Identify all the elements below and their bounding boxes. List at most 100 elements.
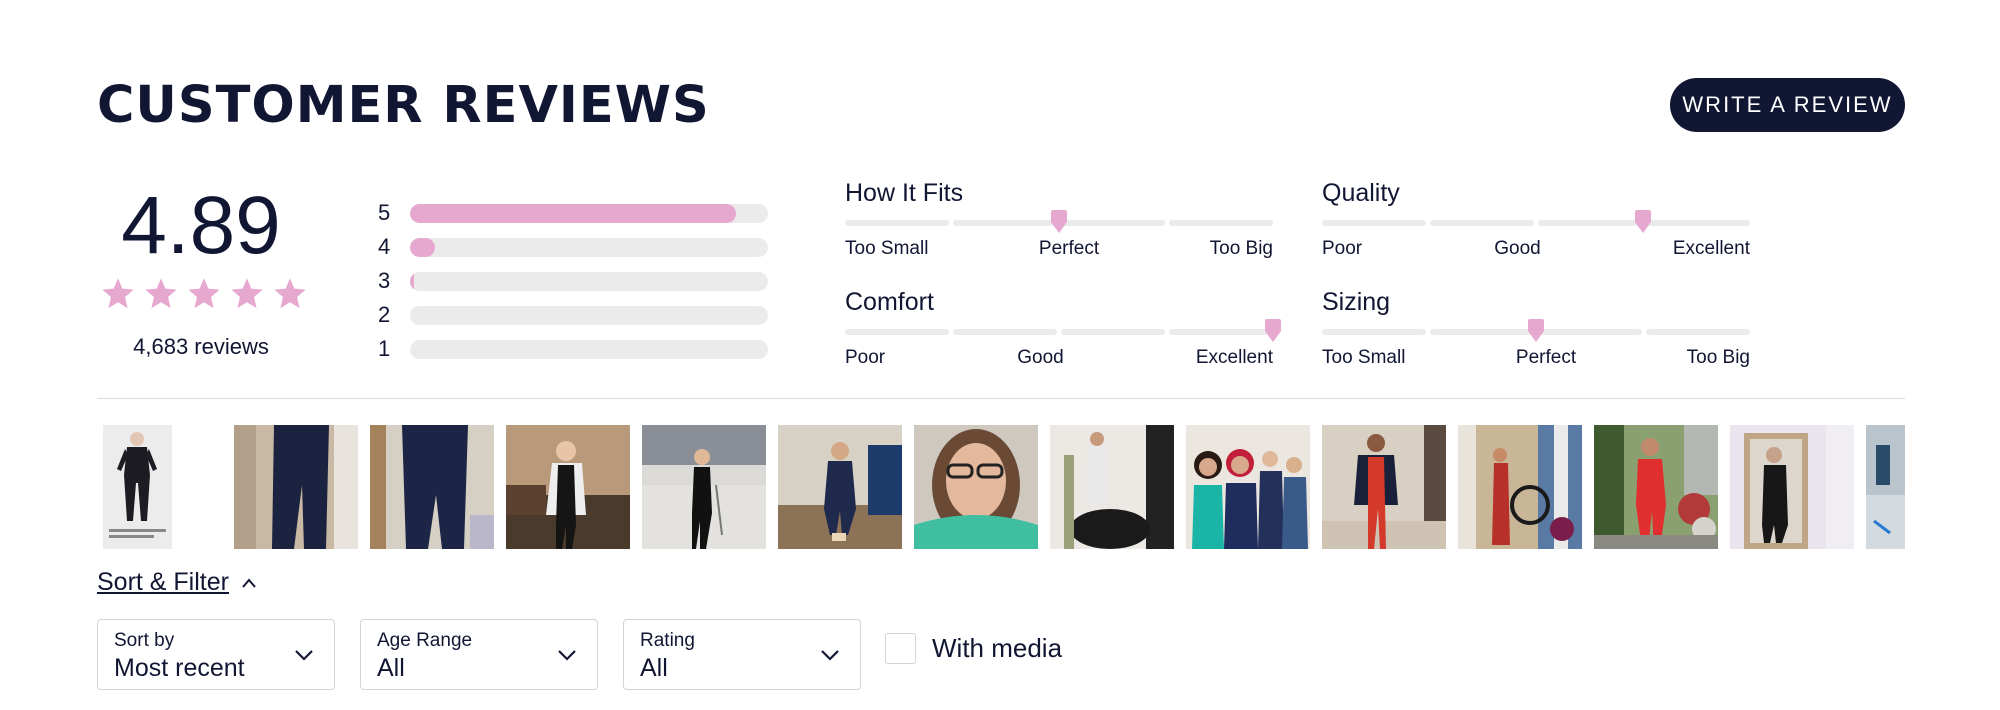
metric-scale-segment xyxy=(1061,329,1165,335)
distribution-star-label: 4 xyxy=(378,234,391,259)
page-title: CUSTOMER REVIEWS xyxy=(97,76,710,135)
metric-scale-segment xyxy=(953,220,1057,226)
metric-scale-track xyxy=(845,319,1281,342)
metric-scale-label: Perfect xyxy=(1038,238,1100,259)
metric-scale-segment xyxy=(1538,220,1642,226)
metric-title: Quality xyxy=(1322,179,1400,207)
metric-scale-label: Perfect xyxy=(1515,347,1577,368)
distribution-row[interactable]: 1 xyxy=(378,332,768,366)
metric-scale-label: Too Big xyxy=(1209,238,1273,259)
media-gallery xyxy=(97,425,1905,549)
star-icon xyxy=(145,278,177,309)
review-photo[interactable] xyxy=(1866,425,1905,549)
metric-scale-labels: Poor Good Excellent xyxy=(1322,238,1750,260)
review-photo[interactable] xyxy=(1186,425,1310,549)
review-photo[interactable] xyxy=(1458,425,1582,549)
distribution-bar-fill xyxy=(410,203,736,223)
distribution-bar-fill xyxy=(410,237,436,257)
metric-scale-labels: Poor Good Excellent xyxy=(845,347,1273,369)
average-rating: 4.89 xyxy=(121,180,281,271)
metric-how-it-fits: How It Fits Too Small Perfect Too Big xyxy=(845,178,1273,260)
metric-scale-label: Too Big xyxy=(1686,347,1750,368)
sort-by-select[interactable]: Sort by Most recent xyxy=(97,619,335,690)
distribution-row[interactable]: 5 xyxy=(378,196,768,230)
distribution-bar-track xyxy=(410,237,768,257)
metric-scale-segment xyxy=(1322,329,1426,335)
review-photo[interactable] xyxy=(1594,425,1718,549)
distribution-bar-fill xyxy=(410,271,414,291)
metric-marker-icon xyxy=(1528,319,1544,342)
metric-marker-icon xyxy=(1265,319,1281,342)
metric-marker-icon xyxy=(1635,210,1651,233)
age-range-value: All xyxy=(377,654,405,682)
metric-scale-segment xyxy=(1169,329,1273,335)
distribution-star-label: 5 xyxy=(378,200,391,225)
review-photo[interactable] xyxy=(506,425,630,549)
review-photo[interactable] xyxy=(778,425,902,549)
distribution-star-label: 2 xyxy=(378,302,391,327)
metric-scale-segment xyxy=(1061,220,1165,226)
product-thumbnail[interactable] xyxy=(103,425,172,549)
metric-scale-track xyxy=(1322,319,1750,342)
write-review-button[interactable]: WRITE A REVIEW xyxy=(1670,78,1905,132)
distribution-row[interactable]: 3 xyxy=(378,264,768,298)
rating-value: All xyxy=(640,654,668,682)
section-divider xyxy=(97,398,1905,399)
distribution-row[interactable]: 2 xyxy=(378,298,768,332)
metric-scale-label: Too Small xyxy=(845,238,929,259)
metric-scale-label: Too Small xyxy=(1322,347,1406,368)
metric-scale-segment xyxy=(845,329,949,335)
review-photo[interactable] xyxy=(370,425,494,549)
sort-filter-label: Sort & Filter xyxy=(97,568,229,596)
review-photo[interactable] xyxy=(1050,425,1174,549)
distribution-bar-track xyxy=(410,271,768,291)
rating-select[interactable]: Rating All xyxy=(623,619,861,690)
chevron-up-icon xyxy=(242,577,256,588)
metric-comfort: Comfort Poor Good Excellent xyxy=(845,287,1281,369)
distribution-star-label: 1 xyxy=(378,336,391,361)
metric-scale-segment xyxy=(1646,329,1750,335)
rating-label: Rating xyxy=(640,630,695,651)
review-photo[interactable] xyxy=(1322,425,1446,549)
metric-scale-track xyxy=(1322,210,1750,233)
metric-scale-segment xyxy=(1430,329,1534,335)
with-media-checkbox[interactable] xyxy=(885,633,916,664)
distribution-star-label: 3 xyxy=(378,268,391,293)
sort-filter-toggle[interactable]: Sort & Filter xyxy=(97,568,257,597)
sort-by-value: Most recent xyxy=(114,654,245,682)
with-media-label: With media xyxy=(932,633,1063,663)
review-photo[interactable] xyxy=(642,425,766,549)
metric-scale-segment xyxy=(1430,220,1534,226)
metric-quality: Quality Poor Good Excellent xyxy=(1322,178,1750,260)
distribution-bar-track xyxy=(410,339,768,359)
distribution-bar-track xyxy=(410,203,768,223)
review-photo[interactable] xyxy=(914,425,1038,549)
review-count: 4,683 reviews xyxy=(133,334,269,359)
age-range-label: Age Range xyxy=(377,630,473,651)
metric-scale-labels: Too Small Perfect Too Big xyxy=(845,238,1273,260)
metric-scale-segment xyxy=(1646,220,1750,226)
sort-by-label: Sort by xyxy=(114,630,175,651)
with-media-filter[interactable]: With media xyxy=(885,633,1062,664)
metric-scale-label: Excellent xyxy=(1672,238,1750,259)
metric-title: Sizing xyxy=(1322,288,1391,316)
distribution-row[interactable]: 4 xyxy=(378,230,768,264)
metric-scale-label: Poor xyxy=(845,347,886,368)
metric-scale-segment xyxy=(1169,220,1273,226)
review-photo[interactable] xyxy=(1730,425,1854,549)
age-range-select[interactable]: Age Range All xyxy=(360,619,598,690)
review-photo[interactable] xyxy=(234,425,358,549)
metric-scale-label: Good xyxy=(1017,347,1064,368)
metric-scale-track xyxy=(845,210,1273,233)
star-icon xyxy=(102,278,134,309)
chevron-down-icon xyxy=(558,650,576,661)
metric-title: How It Fits xyxy=(845,179,964,207)
metric-scale-labels: Too Small Perfect Too Big xyxy=(1322,347,1750,369)
metric-scale-segment xyxy=(953,329,1057,335)
star-icon xyxy=(231,278,263,309)
metric-scale-segment xyxy=(845,220,949,226)
metric-scale-segment xyxy=(1538,329,1642,335)
metric-scale-label: Excellent xyxy=(1195,347,1273,368)
star-icon xyxy=(274,278,306,309)
chevron-down-icon xyxy=(821,650,839,661)
